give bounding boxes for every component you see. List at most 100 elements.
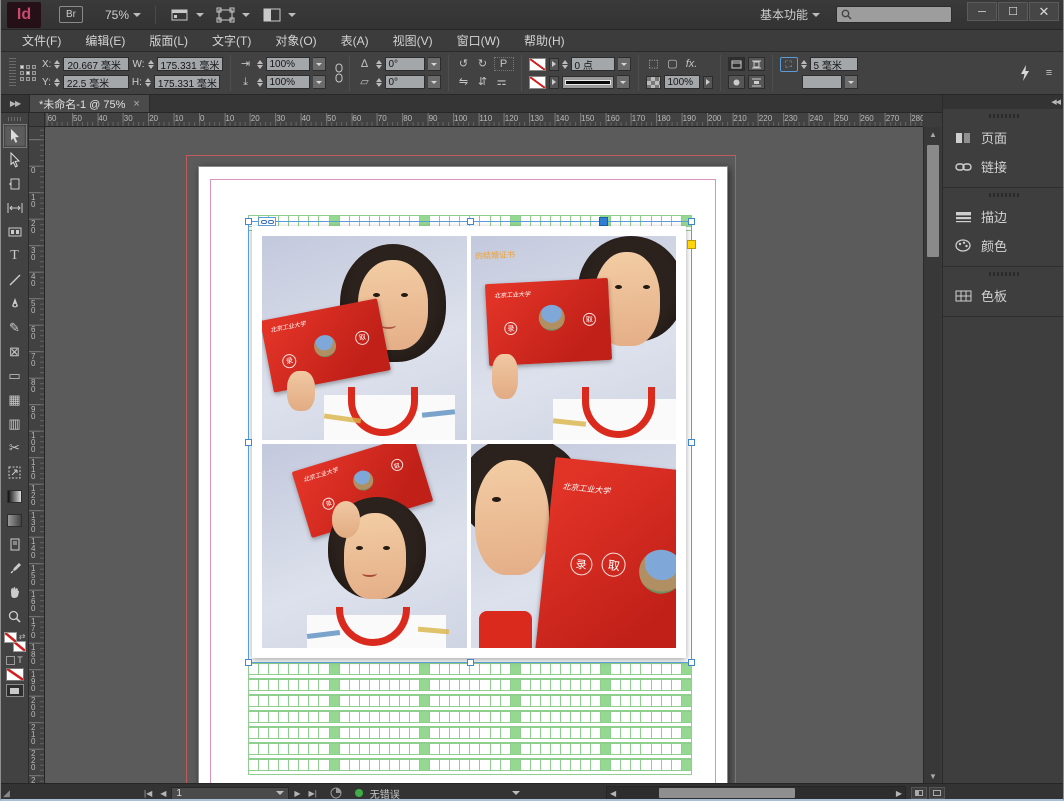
x-stepper[interactable] [54, 60, 60, 69]
reference-point-proxy[interactable] [20, 65, 37, 82]
shear-dropdown[interactable] [428, 75, 441, 89]
opacity-field[interactable]: 100% [664, 75, 700, 89]
page-number-field[interactable]: 1 [171, 787, 289, 800]
scroll-right-icon[interactable]: ▶ [893, 789, 905, 798]
zoom-tool[interactable] [3, 604, 27, 628]
rotation-dropdown[interactable] [428, 57, 441, 71]
expand-panels-icon[interactable]: ▶▶ [1, 95, 29, 112]
zoom-level-dropdown[interactable]: 75% [99, 6, 147, 24]
view-options-dropdown[interactable] [164, 5, 210, 25]
horizontal-grid-tool[interactable]: ▦ [3, 388, 27, 412]
search-box[interactable] [836, 6, 952, 23]
selection-frame[interactable] [248, 221, 692, 663]
spacing-icon[interactable]: ⚎ [494, 75, 510, 89]
note-tool[interactable] [3, 532, 27, 556]
menu-item-3[interactable]: 文字(T) [201, 30, 262, 51]
selection-handle-bottom-left[interactable] [245, 659, 252, 666]
scale-x-stepper[interactable] [257, 60, 263, 69]
wrap-topbottom-icon[interactable] [748, 75, 765, 89]
menu-item-7[interactable]: 窗口(W) [446, 30, 511, 51]
fill-flyout[interactable] [549, 58, 559, 71]
apply-none-button[interactable] [6, 668, 24, 681]
y-field[interactable]: 22.5 毫米 [63, 75, 129, 89]
menu-item-6[interactable]: 视图(V) [382, 30, 444, 51]
pencil-tool[interactable]: ✎ [3, 316, 27, 340]
tab-close-icon[interactable]: × [133, 98, 139, 110]
workspace-switcher[interactable]: 基本功能 [754, 4, 826, 25]
selection-tool[interactable] [3, 124, 27, 148]
fill-swatch-none[interactable] [529, 58, 546, 71]
fitting-dropdown[interactable] [802, 75, 842, 89]
panel-grip[interactable] [9, 58, 16, 88]
x-field[interactable]: 20.667 毫米 [63, 57, 129, 71]
horizontal-scroll-thumb[interactable] [659, 788, 795, 798]
type-tool[interactable]: T [3, 244, 27, 268]
corner-options-icon[interactable]: ⬚ [646, 57, 662, 71]
collapse-panels-icon[interactable]: ◀◀ [1051, 98, 1060, 106]
ruler-origin-corner[interactable] [29, 113, 45, 127]
stroke-weight-field[interactable]: 0 点 [571, 57, 615, 71]
next-page-icon[interactable]: ▶ [291, 789, 303, 798]
last-page-icon[interactable]: ▶| [306, 789, 320, 798]
selection-handle-bottom-right[interactable] [688, 659, 695, 666]
selection-handle-bottom-center[interactable] [467, 659, 474, 666]
stroke-style-dropdown[interactable] [562, 76, 614, 89]
maximize-button[interactable]: ☐ [998, 2, 1028, 21]
free-transform-tool[interactable] [3, 460, 27, 484]
selection-handle-top-center[interactable] [467, 218, 474, 225]
formatting-affects-container-icon[interactable] [6, 656, 15, 665]
dock-group-grip[interactable] [989, 272, 1019, 276]
menu-item-8[interactable]: 帮助(H) [513, 30, 576, 51]
wrap-none-icon[interactable] [728, 57, 745, 71]
corner-stepper[interactable] [801, 60, 807, 69]
content-collector-tool[interactable] [3, 220, 27, 244]
close-button[interactable]: ✕ [1029, 2, 1059, 21]
document-tab[interactable]: *未命名-1 @ 75% × [29, 95, 150, 112]
select-container-icon[interactable]: P [494, 57, 514, 71]
panel-button-links[interactable]: 链接 [943, 152, 1064, 181]
minimize-button[interactable]: ─ [967, 2, 997, 21]
fitting-caret[interactable] [845, 75, 858, 89]
panel-button-pages[interactable]: 页面 [943, 123, 1064, 152]
vertical-scroll-thumb[interactable] [927, 145, 939, 257]
scale-y-field[interactable]: 100% [266, 75, 310, 89]
flip-vertical-icon[interactable]: ⇵ [475, 75, 491, 89]
opacity-flyout[interactable] [703, 76, 713, 89]
selection-handle-top-left[interactable] [245, 218, 252, 225]
formatting-affects-text-icon[interactable]: T [17, 655, 23, 665]
stroke-weight-stepper[interactable] [562, 60, 568, 69]
menu-item-4[interactable]: 对象(O) [264, 30, 327, 51]
effects-icon[interactable]: fx. [684, 57, 700, 71]
eyedropper-tool[interactable] [3, 556, 27, 580]
preflight-menu-caret[interactable] [512, 791, 520, 795]
vertical-grid-tool[interactable]: ▥ [3, 412, 27, 436]
stroke-weight-dropdown[interactable] [618, 57, 631, 71]
rotate-ccw-icon[interactable]: ↺ [456, 57, 472, 71]
previous-page-icon[interactable]: ◀ [157, 789, 169, 798]
fill-color-swatch[interactable] [4, 632, 17, 643]
scroll-up-icon[interactable]: ▲ [924, 127, 942, 141]
gradient-feather-tool[interactable] [3, 508, 27, 532]
screen-mode-dropdown[interactable] [210, 5, 256, 25]
quick-apply-icon[interactable] [1013, 61, 1037, 85]
live-corner-handle[interactable] [687, 240, 696, 249]
document-canvas[interactable]: 北京工业大学 录 取 的结婚证书 北京工业大学 录 [45, 127, 923, 783]
stroke-style-caret[interactable] [617, 75, 630, 89]
page-tool[interactable] [3, 172, 27, 196]
line-tool[interactable] [3, 268, 27, 292]
canvas-corner-grabber[interactable]: ◢ [3, 784, 10, 801]
scale-y-dropdown[interactable] [313, 75, 326, 89]
panel-menu-icon[interactable]: ≡ [1037, 61, 1061, 85]
w-stepper[interactable] [148, 60, 154, 69]
link-badge-icon[interactable] [258, 217, 276, 226]
page-view-icon[interactable] [929, 787, 945, 799]
swap-fill-stroke-icon[interactable]: ⇄ [19, 632, 26, 641]
drop-shadow-icon[interactable]: ▢ [665, 57, 681, 71]
dock-group-grip[interactable] [989, 114, 1019, 118]
gap-tool[interactable] [3, 196, 27, 220]
wrap-around-icon[interactable] [748, 57, 765, 71]
rotation-field[interactable]: 0° [385, 57, 425, 71]
fill-stroke-indicator[interactable]: ⇄ [4, 632, 26, 652]
constrain-scale-link-icon[interactable] [331, 58, 347, 88]
tools-panel-grip[interactable] [8, 117, 22, 121]
